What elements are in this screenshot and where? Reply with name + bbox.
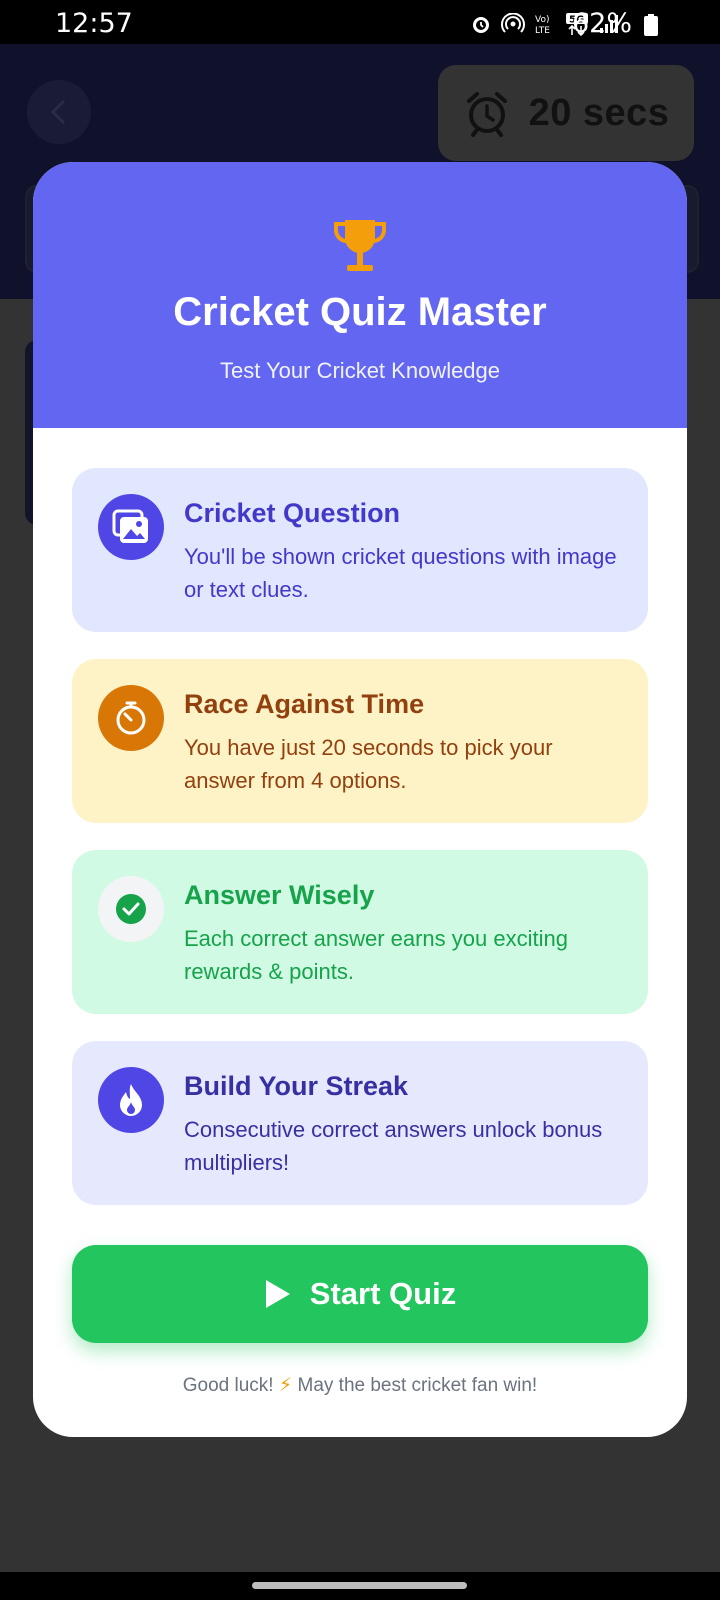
battery-icon <box>644 14 658 36</box>
footer-suffix: May the best cricket fan win! <box>297 1375 538 1396</box>
chevron-left-icon <box>50 99 66 125</box>
card-description: You have just 20 seconds to pick your an… <box>184 735 553 793</box>
image-gallery-icon <box>98 494 164 560</box>
check-circle-icon <box>98 876 164 942</box>
card-title: Cricket Question <box>184 498 401 528</box>
quiz-intro-modal: Cricket Quiz Master Test Your Cricket Kn… <box>33 162 687 1437</box>
start-quiz-label: Start Quiz <box>309 1276 457 1311</box>
info-card-race-against-time: Race Against Time You have just 20 secon… <box>72 659 648 823</box>
timer-display: 20 secs <box>438 65 694 161</box>
lightning-icon: ⚡ <box>278 1375 293 1396</box>
battery-percent: 62% <box>571 8 632 39</box>
play-icon <box>265 1280 290 1308</box>
modal-subtitle: Test Your Cricket Knowledge <box>219 358 501 383</box>
card-title: Answer Wisely <box>184 880 375 910</box>
back-button[interactable] <box>27 80 91 144</box>
info-card-cricket-question: Cricket Question You'll be shown cricket… <box>72 468 648 632</box>
stopwatch-icon <box>98 685 164 751</box>
card-title: Build Your Streak <box>184 1071 409 1101</box>
card-description: You'll be shown cricket questions with i… <box>184 544 617 602</box>
footer-prefix: Good luck! <box>182 1375 274 1396</box>
footer-note: Good luck! ⚡ May the best cricket fan wi… <box>33 1374 687 1397</box>
home-gesture-handle[interactable] <box>252 1582 467 1589</box>
status-bar: 12:57 Vo) LTE 5G 62% <box>0 0 720 44</box>
info-card-answer-wisely: Answer Wisely Each correct answer earns … <box>72 850 648 1014</box>
card-title: Race Against Time <box>184 689 425 719</box>
status-time: 12:57 <box>55 8 133 39</box>
card-description: Each correct answer earns you exciting r… <box>184 926 568 984</box>
alarm-clock-icon <box>466 92 507 137</box>
svg-text:Vo): Vo) <box>535 15 549 25</box>
modal-title: Cricket Quiz Master <box>173 290 547 334</box>
modal-header: Cricket Quiz Master Test Your Cricket Kn… <box>33 162 687 428</box>
start-quiz-button[interactable]: Start Quiz <box>72 1245 648 1343</box>
info-card-build-your-streak: Build Your Streak Consecutive correct an… <box>72 1041 648 1205</box>
flame-icon <box>98 1067 164 1133</box>
alarm-icon <box>473 17 489 33</box>
hotspot-icon <box>501 13 525 33</box>
card-description: Consecutive correct answers unlock bonus… <box>184 1117 603 1175</box>
svg-text:LTE: LTE <box>535 26 550 36</box>
timer-label: 20 secs <box>528 91 670 134</box>
volte-icon: Vo) LTE <box>535 15 550 36</box>
trophy-icon <box>334 220 386 271</box>
